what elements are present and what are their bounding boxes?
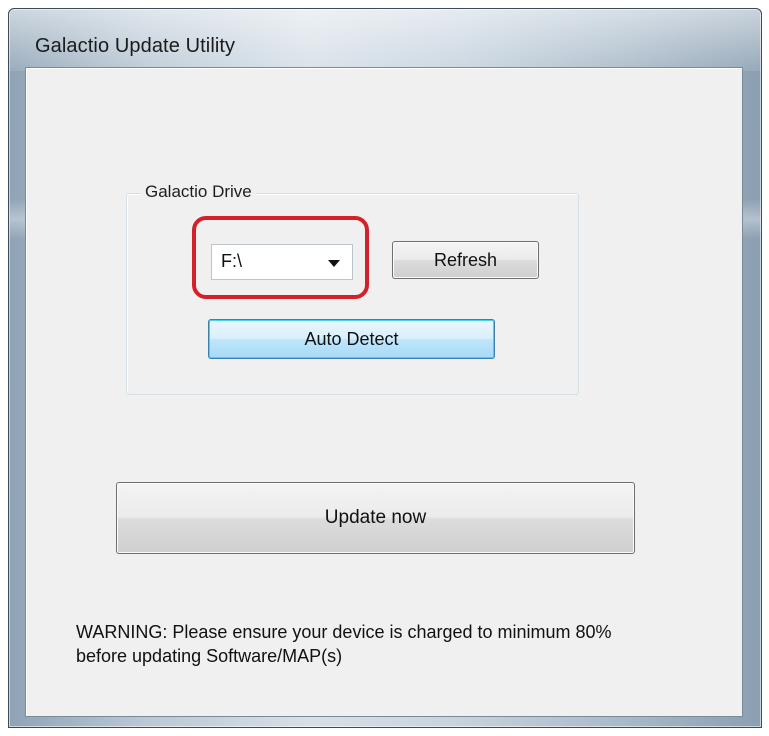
drive-select[interactable]: F:\: [211, 244, 353, 280]
app-window: Galactio Update Utility Galactio Drive F…: [8, 8, 762, 728]
refresh-button[interactable]: Refresh: [392, 241, 539, 279]
drive-select-value: F:\: [221, 251, 242, 271]
galactio-drive-group: Galactio Drive F:\ Refresh Auto Detect: [126, 182, 579, 395]
auto-detect-button[interactable]: Auto Detect: [208, 319, 495, 359]
warning-text: WARNING: Please ensure your device is ch…: [76, 620, 726, 668]
update-now-button[interactable]: Update now: [116, 482, 635, 554]
chevron-down-icon[interactable]: [328, 260, 340, 267]
screen: Galactio Update Utility Galactio Drive F…: [0, 0, 769, 736]
warning-line-1: WARNING: Please ensure your device is ch…: [76, 622, 612, 642]
group-legend: Galactio Drive: [141, 182, 256, 202]
window-title: Galactio Update Utility: [35, 35, 236, 57]
warning-line-2: before updating Software/MAP(s): [76, 646, 343, 666]
client-area: Galactio Drive F:\ Refresh Auto Detect U…: [25, 67, 743, 717]
